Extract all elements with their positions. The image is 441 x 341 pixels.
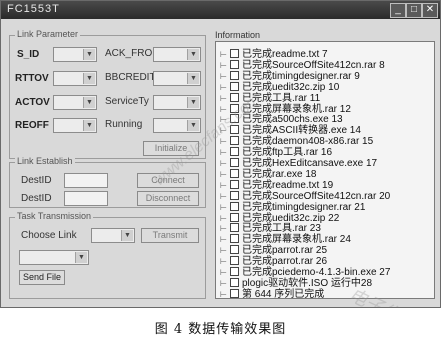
destid-label-2: DestID <box>21 193 52 204</box>
rttov-select[interactable]: ▼ <box>53 71 97 86</box>
destid-label-1: DestID <box>21 175 52 186</box>
ack-from-select[interactable]: ▼ <box>153 47 201 62</box>
file-icon <box>230 288 239 298</box>
choose-link-select[interactable]: ▼ <box>91 228 135 243</box>
running-select[interactable]: ▼ <box>153 118 201 133</box>
service-type-label: ServiceTy <box>105 96 149 107</box>
chevron-down-icon: ▼ <box>187 49 199 60</box>
minimize-icon[interactable]: _ <box>390 3 406 18</box>
chevron-down-icon: ▼ <box>83 73 95 84</box>
figure-caption: 图 4 数据传输效果图 <box>154 322 287 337</box>
chevron-down-icon: ▼ <box>83 120 95 131</box>
disconnect-button[interactable]: Disconnect <box>137 191 199 206</box>
reoff-select[interactable]: ▼ <box>53 118 97 133</box>
link-parameter-label: Link Parameter <box>15 29 81 39</box>
close-icon[interactable]: ✕ <box>422 3 438 18</box>
bbcredit-select[interactable]: ▼ <box>153 71 201 86</box>
s-id-label: S_ID <box>17 49 40 60</box>
chevron-down-icon: ▼ <box>187 120 199 131</box>
chevron-down-icon: ▼ <box>187 97 199 108</box>
service-type-select[interactable]: ▼ <box>153 95 201 110</box>
rttov-label: RTTOV <box>15 73 49 84</box>
information-label: Information <box>215 30 261 40</box>
chevron-down-icon: ▼ <box>83 49 95 60</box>
list-item-label: 第 644 序列已完成 <box>242 288 325 299</box>
send-file-button[interactable]: Send File <box>19 270 65 285</box>
destid-field-2[interactable] <box>64 191 108 206</box>
s-id-select[interactable]: ▼ <box>53 47 97 62</box>
file-select[interactable]: ▼ <box>19 250 89 265</box>
chevron-down-icon: ▼ <box>121 230 133 241</box>
maximize-icon[interactable]: □ <box>406 3 422 18</box>
choose-link-label: Choose Link <box>21 230 77 241</box>
actov-select[interactable]: ▼ <box>53 95 97 110</box>
title-bar: FC1553T _ □ ✕ <box>1 1 440 19</box>
reoff-label: REOFF <box>15 120 49 131</box>
list-item[interactable]: ⊢ 第 644 序列已完成 <box>220 285 325 299</box>
transmit-button[interactable]: Transmit <box>141 228 199 243</box>
link-establish-label: Link Establish <box>15 156 75 166</box>
information-list[interactable]: ⊢ 已完成readme.txt 7 ⊢ 已完成SourceOffSite412cn.r… <box>215 41 435 299</box>
bbcredit-label: BBCREDIT <box>105 72 156 83</box>
tree-branch-icon: ⊢ <box>220 289 227 299</box>
window-title: FC1553T <box>7 3 60 15</box>
running-label: Running <box>105 119 143 130</box>
chevron-down-icon: ▼ <box>83 97 95 108</box>
destid-field-1[interactable] <box>64 173 108 188</box>
chevron-down-icon: ▼ <box>75 252 87 263</box>
app-window: FC1553T _ □ ✕ Link Parameter S_ID ▼ ACK_… <box>0 0 441 308</box>
task-transmission-label: Task Transmission <box>15 211 94 221</box>
chevron-down-icon: ▼ <box>187 73 199 84</box>
actov-label: ACTOV <box>15 97 50 108</box>
